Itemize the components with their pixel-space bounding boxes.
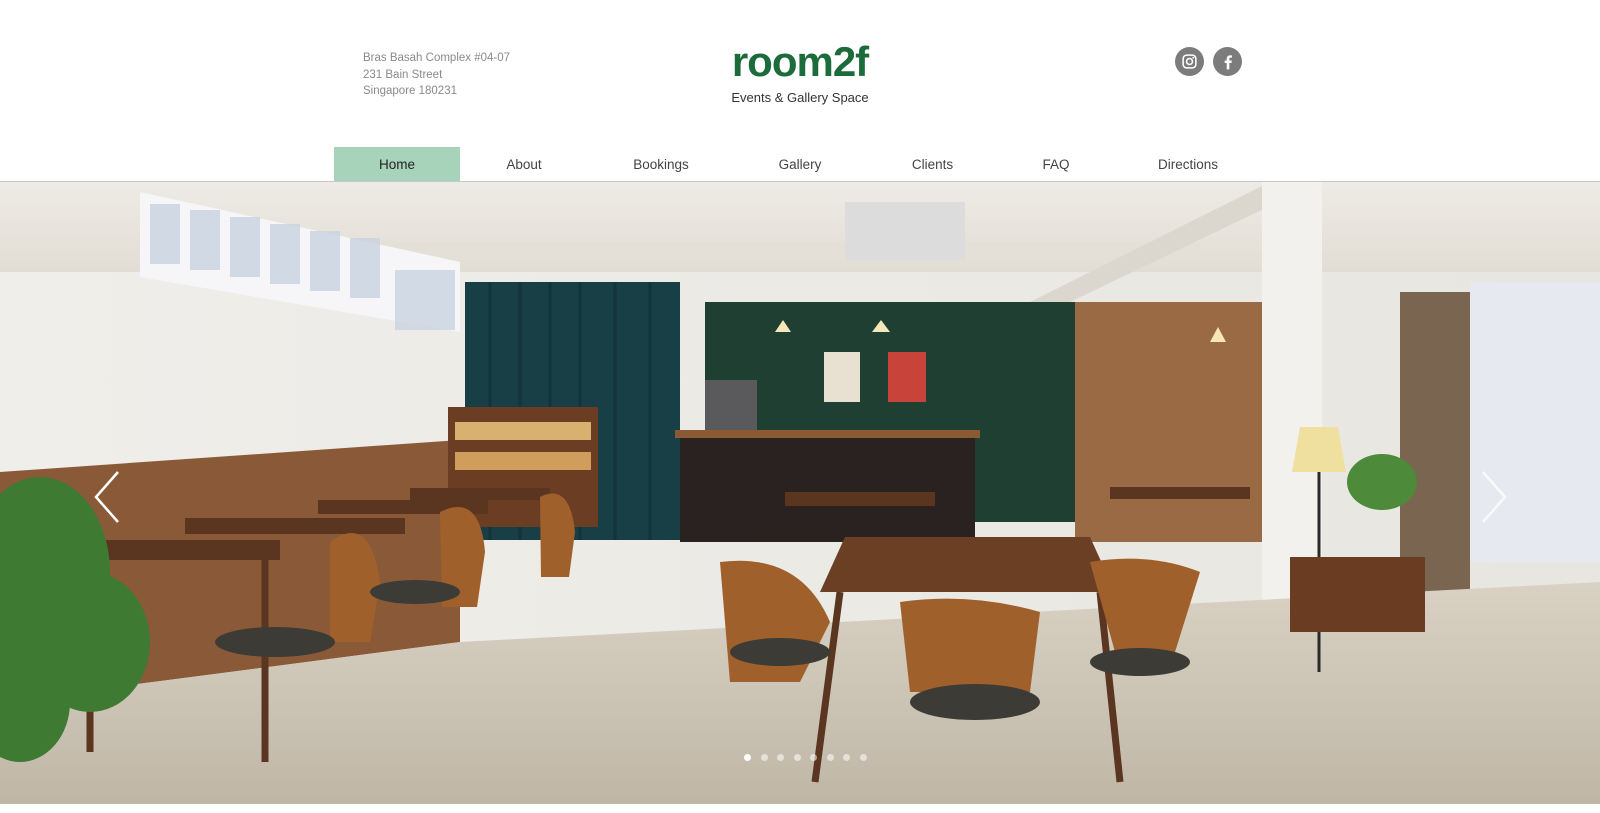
facebook-link[interactable] [1213, 47, 1242, 76]
nav-item-clients[interactable]: Clients [866, 147, 999, 181]
slide-dot[interactable] [810, 754, 817, 761]
hero-slideshow [0, 182, 1600, 804]
chevron-left-icon[interactable] [88, 467, 128, 527]
site-header: Bras Basah Complex #04-07 231 Bain Stree… [0, 0, 1600, 182]
slide-dot[interactable] [859, 754, 867, 761]
facebook-icon [1224, 54, 1232, 69]
nav-item-bookings[interactable]: Bookings [588, 147, 734, 181]
address-block: Bras Basah Complex #04-07 231 Bain Stree… [363, 50, 510, 100]
slide-dot[interactable] [760, 754, 768, 761]
slide-dot[interactable] [826, 754, 834, 761]
slide-dot[interactable] [777, 754, 784, 761]
address-line-1: Bras Basah Complex #04-07 [363, 52, 511, 64]
slide-dot[interactable] [744, 754, 751, 761]
nav-item-gallery[interactable]: Gallery [734, 147, 866, 181]
site-logo[interactable]: room2f Events & Gallery Space [720, 38, 880, 106]
slide-dot[interactable] [843, 754, 850, 761]
nav-item-about[interactable]: About [460, 147, 588, 181]
instagram-icon [1182, 54, 1197, 69]
social-links [1175, 47, 1242, 76]
nav-item-home[interactable]: Home [334, 147, 460, 181]
logo-text: room2f [731, 38, 869, 85]
logo-tagline: Events & Gallery Space [731, 90, 869, 105]
chevron-right-icon[interactable] [1473, 467, 1513, 527]
main-nav: Home About Bookings Gallery Clients FAQ … [334, 147, 1263, 181]
nav-item-faq[interactable]: FAQ [999, 147, 1113, 181]
nav-item-directions[interactable]: Directions [1113, 147, 1263, 181]
instagram-link[interactable] [1175, 47, 1204, 76]
hero-image [0, 182, 1600, 804]
slide-indicators [744, 754, 867, 761]
address-line-3: Singapore 180231 [363, 85, 457, 97]
slide-dot[interactable] [793, 754, 801, 761]
address-line-2: 231 Bain Street [363, 68, 443, 81]
